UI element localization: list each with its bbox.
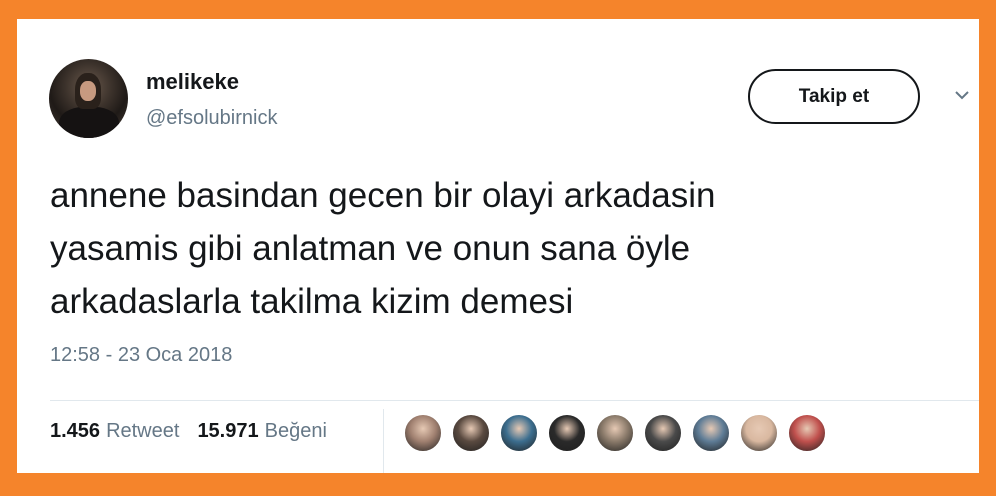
retweet-count: 1.456 <box>50 420 101 442</box>
avatar-body-shape <box>59 107 119 138</box>
user-handle[interactable]: @efsolubirnick <box>146 107 277 130</box>
liker-avatar[interactable] <box>691 413 731 453</box>
like-label: Beğeni <box>264 420 327 442</box>
tweet-card: melikeke @efsolubirnick Takip et annene … <box>17 19 979 473</box>
retweet-label: Retweet <box>106 420 180 442</box>
tweet-line: yasamis gibi anlatman ve onun sana öyle <box>50 229 691 268</box>
avatar[interactable] <box>49 59 128 138</box>
liker-avatar[interactable] <box>739 413 779 453</box>
liker-avatar[interactable] <box>499 413 539 453</box>
liker-avatar[interactable] <box>451 413 491 453</box>
tweet-line: arkadaslarla takilma kizim demesi <box>50 282 574 321</box>
stats-separator <box>383 409 384 473</box>
liker-avatar[interactable] <box>787 413 827 453</box>
chevron-down-icon[interactable] <box>954 89 970 101</box>
liker-avatar[interactable] <box>547 413 587 453</box>
like-count: 15.971 <box>197 420 259 442</box>
like-stat[interactable]: 15.971 Beğeni <box>197 420 326 443</box>
tweet-stats: 1.456 Retweet 15.971 Beğeni <box>50 420 345 443</box>
tweet-line: annene basindan gecen bir olayi arkadasi… <box>50 176 716 215</box>
divider <box>50 400 979 401</box>
tweet-text: annene basindan gecen bir olayi arkadasi… <box>50 169 950 328</box>
retweet-stat[interactable]: 1.456 Retweet <box>50 420 179 443</box>
tweet-timestamp[interactable]: 12:58 - 23 Oca 2018 <box>50 344 232 367</box>
user-display-name[interactable]: melikeke <box>146 69 239 95</box>
liker-avatar[interactable] <box>595 413 635 453</box>
liker-avatar[interactable] <box>643 413 683 453</box>
follow-button[interactable]: Takip et <box>748 69 920 124</box>
liker-avatar[interactable] <box>403 413 443 453</box>
avatar-face-shape <box>80 81 96 101</box>
